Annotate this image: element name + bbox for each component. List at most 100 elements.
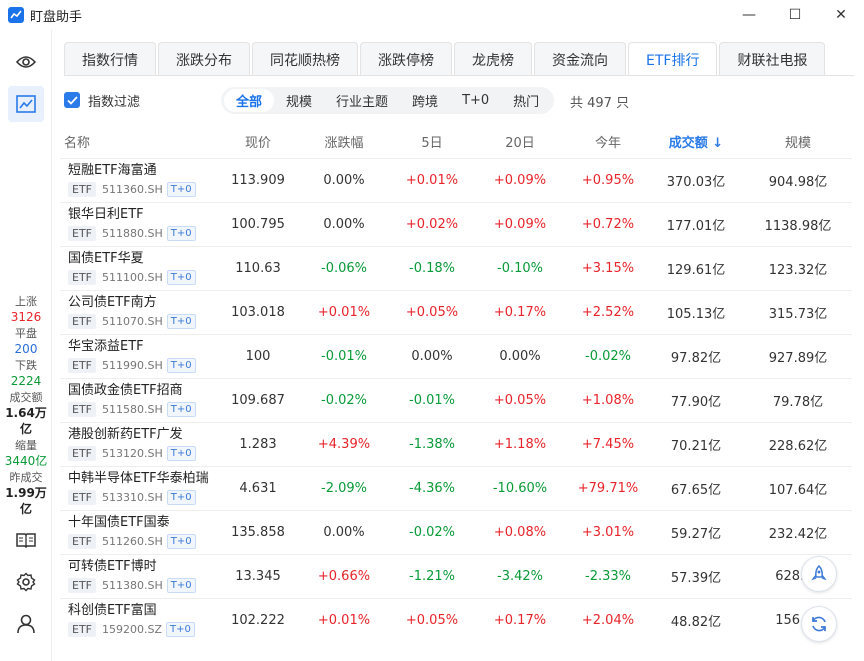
table-row[interactable]: 科创债ETF富国 ETF 159200.SZ T+0 102.222 +0.01% +0.0… [60, 597, 852, 642]
etf-badge: ETF [68, 446, 96, 461]
segment-3[interactable]: 跨境 [400, 89, 450, 112]
close-button[interactable]: ✕ [818, 0, 864, 30]
gear-icon[interactable] [8, 564, 44, 600]
minimize-button[interactable]: — [726, 0, 772, 30]
index-filter-checkbox[interactable] [64, 92, 80, 108]
table-row[interactable]: 华宝添益ETF ETF 511990.SH T+0 100 -0.01% 0.00% 0.00… [60, 333, 852, 378]
name-cell: 港股创新药ETF广发 ETF 513120.SH T+0 [60, 421, 220, 466]
name-cell: 华宝添益ETF ETF 511990.SH T+0 [60, 333, 220, 378]
segment-5[interactable]: 热门 [501, 89, 551, 112]
chart-icon[interactable] [8, 86, 44, 122]
segment-1[interactable]: 规模 [274, 89, 324, 112]
size-cell: 107.64亿 [744, 465, 852, 510]
market-stats: 上涨 3126 平盘 200 下跌 2224 成交额 1.64万亿 缩量 3440亿 昨成交 1.99… [0, 294, 52, 518]
column-header: 规模 [784, 136, 811, 152]
fund-meta: ETF 513310.SH T+0 [68, 490, 220, 505]
etf-badge: ETF [68, 622, 96, 638]
app-title: 盯盘助手 [30, 9, 83, 25]
tab-7[interactable]: 财联社电报 [719, 42, 826, 76]
maximize-button[interactable]: ☐ [772, 0, 818, 30]
etf-badge: ETF [68, 534, 96, 549]
segment-2[interactable]: 行业主题 [324, 89, 400, 112]
etf-badge: ETF [68, 490, 96, 505]
table-row[interactable]: 国债ETF华夏 ETF 511100.SH T+0 110.63 -0.06% -0.18%… [60, 245, 852, 290]
app-logo-icon [8, 7, 24, 23]
fund-code: 511070.SH [102, 315, 163, 328]
fund-code: 511580.SH [102, 403, 163, 416]
ytd-cell: +0.95% [568, 157, 648, 202]
size-cell: 1138.98亿 [744, 201, 852, 246]
price-cell: 109.687 [220, 377, 296, 422]
column-header: 现价 [244, 136, 271, 152]
filter-row: 指数过滤 全部 规模 行业主题 跨境 T+0 热门 共 497 只 [64, 86, 854, 114]
fund-name: 公司债ETF南方 [68, 295, 157, 310]
fund-name: 短融ETF海富通 [68, 163, 157, 178]
price-cell: 100.795 [220, 201, 296, 246]
d5-cell: -0.01% [392, 377, 472, 422]
ytd-cell: +3.01% [568, 509, 648, 554]
refresh-button[interactable] [801, 606, 837, 642]
name-cell: 十年国债ETF国泰 ETF 511260.SH T+0 [60, 509, 220, 554]
fund-name: 国债ETF华夏 [68, 251, 144, 266]
amount-cell: 77.90亿 [648, 377, 744, 422]
chg-cell: +4.39% [296, 421, 392, 466]
segment-0[interactable]: 全部 [224, 89, 275, 112]
d5-cell: +0.02% [392, 201, 472, 246]
tab-0[interactable]: 指数行情 [64, 42, 156, 76]
d5-cell: +0.05% [392, 289, 472, 334]
ytd-cell: +3.15% [568, 245, 648, 290]
table-body: 短融ETF海富通 ETF 511360.SH T+0 113.909 0.00% +0.01… [60, 157, 852, 642]
stat-label: 平盘 [15, 327, 37, 340]
stat-value: 1.99万亿 [5, 486, 47, 516]
segment-4[interactable]: T+0 [450, 89, 501, 112]
table-row[interactable]: 短融ETF海富通 ETF 511360.SH T+0 113.909 0.00% +0.01… [60, 157, 852, 202]
fund-name: 科创债ETF富国 [68, 603, 157, 619]
table-row[interactable]: 银华日利ETF ETF 511880.SH T+0 100.795 0.00% +0.02%… [60, 201, 852, 246]
column-header[interactable]: 成交额 ↓ [648, 126, 744, 158]
table-row[interactable]: 国债政金债ETF招商 ETF 511580.SH T+0 109.687 -0.02% -0… [60, 377, 852, 422]
d20-cell: -3.42% [472, 553, 568, 598]
etf-badge: ETF [68, 402, 96, 417]
ytd-cell: +1.08% [568, 377, 648, 422]
column-header: 20日 [505, 136, 535, 152]
stat-value: 200 [14, 342, 38, 356]
refresh-icon [812, 616, 826, 632]
table-row[interactable]: 中韩半导体ETF华泰柏瑞 ETF 513310.SH T+0 4.631 -2.09% -4… [60, 465, 852, 510]
tab-3[interactable]: 涨跌停榜 [360, 42, 452, 76]
price-cell: 113.909 [220, 157, 296, 202]
d5-cell: -1.38% [392, 421, 472, 466]
amount-cell: 59.27亿 [648, 509, 744, 554]
t0-badge: T+0 [166, 402, 196, 417]
size-cell: 927.89亿 [744, 333, 852, 378]
d5-cell: -4.36% [392, 465, 472, 510]
result-count: 共 497 只 [570, 96, 630, 111]
size-cell: 232.42亿 [744, 509, 852, 554]
table-row[interactable]: 港股创新药ETF广发 ETF 513120.SH T+0 1.283 +4.39% -1.3… [60, 421, 852, 466]
user-icon[interactable] [8, 606, 44, 642]
amount-cell: 97.82亿 [648, 333, 744, 378]
eye-icon[interactable] [8, 44, 44, 80]
tab-5[interactable]: 资金流向 [534, 42, 626, 76]
d5-cell: -1.21% [392, 553, 472, 598]
table-row[interactable]: 公司债ETF南方 ETF 511070.SH T+0 103.018 +0.01% +0.0… [60, 289, 852, 334]
stat-label: 昨成交 [9, 471, 43, 484]
price-cell: 135.858 [220, 509, 296, 554]
fund-code: 159200.SZ [102, 623, 163, 637]
tab-6[interactable]: ETF排行 [628, 42, 718, 76]
price-cell: 4.631 [220, 465, 296, 510]
d20-cell: +0.09% [472, 157, 568, 202]
table-row[interactable]: 十年国债ETF国泰 ETF 511260.SH T+0 135.858 0.00% -0.0… [60, 509, 852, 554]
t0-badge: T+0 [166, 578, 196, 593]
tab-4[interactable]: 龙虎榜 [454, 42, 532, 76]
table-row[interactable]: 可转债ETF博时 ETF 511380.SH T+0 13.345 +0.66% -1.21… [60, 553, 852, 598]
rocket-button[interactable] [801, 556, 837, 592]
size-cell: 228.62亿 [744, 421, 852, 466]
etf-badge: ETF [68, 182, 96, 197]
t0-badge: T+0 [166, 534, 196, 549]
d20-cell: +0.09% [472, 201, 568, 246]
amount-cell: 48.82亿 [648, 597, 744, 642]
tab-1[interactable]: 涨跌分布 [158, 42, 250, 76]
tab-2[interactable]: 同花顺热榜 [252, 42, 358, 76]
book-icon[interactable] [8, 522, 44, 558]
fund-code: 511100.SH [102, 271, 163, 284]
